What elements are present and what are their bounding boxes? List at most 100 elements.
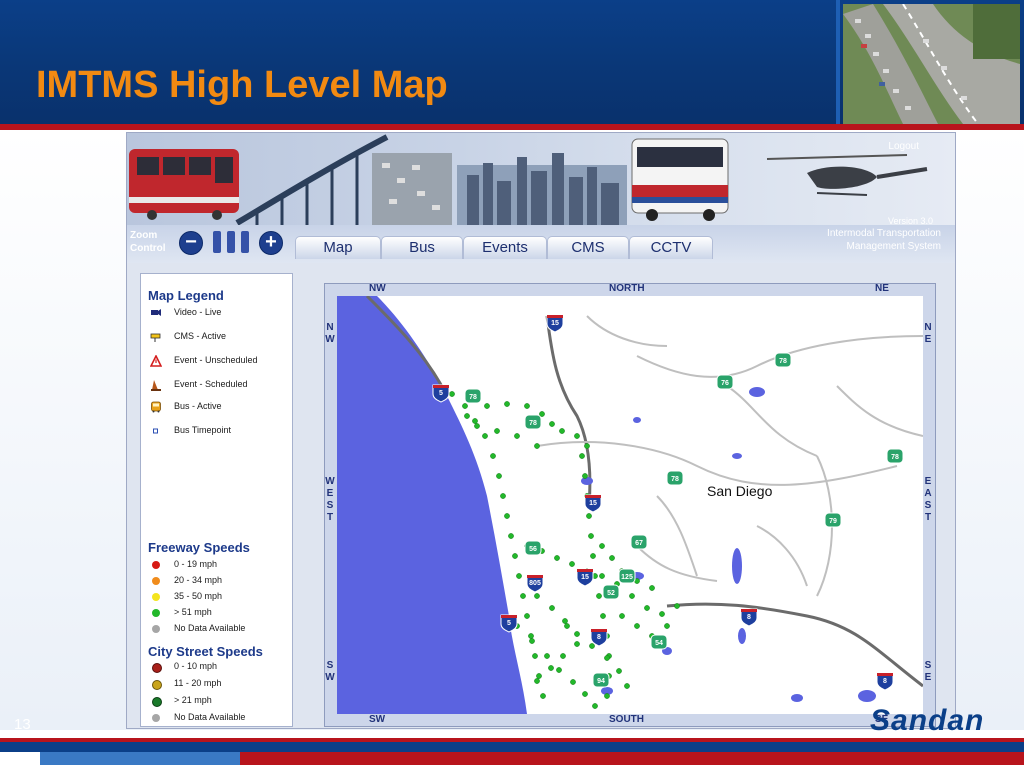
speed-dot[interactable]	[596, 593, 602, 599]
speed-dot[interactable]	[590, 553, 596, 559]
pan-nw-side-button[interactable]: N W	[325, 322, 335, 346]
speed-dot[interactable]	[564, 623, 570, 629]
speed-dot[interactable]	[549, 605, 555, 611]
shield-label: 56	[529, 546, 537, 553]
speed-dot[interactable]	[449, 391, 455, 397]
speed-dot[interactable]	[554, 555, 560, 561]
speed-dot[interactable]	[574, 433, 580, 439]
speed-dot[interactable]	[472, 418, 478, 424]
zoom-level-bar-1[interactable]	[213, 231, 221, 253]
speed-dot[interactable]	[569, 561, 575, 567]
pan-nw-button[interactable]: NW	[369, 283, 386, 294]
speed-dot[interactable]	[508, 533, 514, 539]
speed-dot[interactable]	[586, 513, 592, 519]
speed-dot[interactable]	[600, 613, 606, 619]
zoom-in-button[interactable]: +	[259, 231, 283, 255]
gold-dot-icon	[152, 680, 162, 690]
speed-dot[interactable]	[629, 593, 635, 599]
speed-dot[interactable]	[462, 403, 468, 409]
speed-dot[interactable]	[529, 638, 535, 644]
pan-ne-side-button[interactable]: N E	[923, 322, 933, 346]
speed-dot[interactable]	[536, 673, 542, 679]
state-route-shield-icon: 67	[630, 534, 648, 550]
speed-dot[interactable]	[674, 603, 680, 609]
speed-dot[interactable]	[534, 678, 540, 684]
speed-dot[interactable]	[559, 428, 565, 434]
tab-events[interactable]: Events	[463, 236, 547, 259]
pan-se-side-button[interactable]: S E	[923, 660, 933, 684]
speed-dot[interactable]	[604, 655, 610, 661]
speed-dot[interactable]	[524, 613, 530, 619]
pan-north-button[interactable]: NORTH	[609, 283, 645, 294]
speed-dot[interactable]	[520, 593, 526, 599]
speed-dot[interactable]	[574, 641, 580, 647]
tab-map[interactable]: Map	[295, 236, 381, 259]
speed-dot[interactable]	[548, 665, 554, 671]
speed-dot[interactable]	[496, 473, 502, 479]
map-canvas[interactable]: 15 5 78 78 76 78 78 78 15 79 67 56 125 805 15 52 5 8 8 54 94…	[337, 296, 923, 714]
speed-dot[interactable]	[562, 618, 568, 624]
speed-dot[interactable]	[599, 573, 605, 579]
tab-bus[interactable]: Bus	[381, 236, 463, 259]
speed-dot[interactable]	[544, 653, 550, 659]
speed-dot[interactable]	[560, 653, 566, 659]
speed-dot[interactable]	[584, 443, 590, 449]
speed-dot[interactable]	[540, 693, 546, 699]
speed-dot[interactable]	[599, 543, 605, 549]
speed-dot[interactable]	[592, 703, 598, 709]
cms-sign-icon	[150, 333, 161, 342]
speed-dot[interactable]	[512, 553, 518, 559]
pan-ne-button[interactable]: NE	[875, 283, 889, 294]
speed-dot[interactable]	[532, 653, 538, 659]
speed-dot[interactable]	[500, 493, 506, 499]
speed-dot[interactable]	[514, 433, 520, 439]
tab-cctv[interactable]: CCTV	[629, 236, 713, 259]
speed-dot[interactable]	[516, 573, 522, 579]
san-diego-map[interactable]: 15 5 78 78 76 78 78 78 15 79 67 56 125 805 15 52 5 8 8 54 94…	[337, 296, 923, 714]
speed-dot[interactable]	[604, 693, 610, 699]
speed-dot[interactable]	[649, 585, 655, 591]
speed-dot[interactable]	[659, 611, 665, 617]
speed-dot[interactable]	[574, 631, 580, 637]
speed-dot[interactable]	[504, 513, 510, 519]
speed-dot[interactable]	[482, 433, 488, 439]
speed-dot[interactable]	[624, 683, 630, 689]
speed-dot[interactable]	[579, 453, 585, 459]
speed-dot[interactable]	[490, 453, 496, 459]
speed-dot[interactable]	[549, 421, 555, 427]
speed-dot[interactable]	[484, 403, 490, 409]
pan-west-button[interactable]: W E S T	[325, 476, 335, 524]
pan-south-button[interactable]: SOUTH	[609, 714, 644, 725]
speed-dot[interactable]	[582, 691, 588, 697]
zoom-out-button[interactable]: −	[179, 231, 203, 255]
map-frame: NW NORTH NE SW SOUTH SE N W N E W E S T …	[324, 283, 936, 727]
speed-dot[interactable]	[664, 623, 670, 629]
speed-dot[interactable]	[534, 593, 540, 599]
speed-dot[interactable]	[588, 533, 594, 539]
pan-sw-button[interactable]: SW	[369, 714, 385, 725]
speed-dot[interactable]	[644, 605, 650, 611]
speed-dot[interactable]	[616, 668, 622, 674]
zoom-level-bar-3[interactable]	[241, 231, 249, 253]
speed-dot[interactable]	[464, 413, 470, 419]
speed-dot[interactable]	[634, 623, 640, 629]
speed-dot[interactable]	[534, 443, 540, 449]
shield-label: 15	[581, 574, 589, 581]
speed-dot[interactable]	[556, 667, 562, 673]
pan-sw-side-button[interactable]: S W	[325, 660, 335, 684]
zoom-level-bar-2[interactable]	[227, 231, 235, 253]
speed-dot[interactable]	[494, 428, 500, 434]
speed-dot[interactable]	[589, 643, 595, 649]
speed-dot[interactable]	[619, 613, 625, 619]
speed-dot[interactable]	[570, 679, 576, 685]
pan-east-button[interactable]: E A S T	[923, 476, 933, 524]
speed-dot[interactable]	[474, 423, 480, 429]
logout-link[interactable]: Logout	[888, 141, 919, 152]
speed-dot[interactable]	[609, 555, 615, 561]
speed-dot[interactable]	[504, 401, 510, 407]
speed-dot[interactable]	[528, 633, 534, 639]
speed-dot[interactable]	[582, 473, 588, 479]
speed-dot[interactable]	[524, 403, 530, 409]
tab-cms[interactable]: CMS	[547, 236, 629, 259]
map-legend-panel: Map Legend Video - Live CMS - Active Eve…	[140, 273, 293, 727]
